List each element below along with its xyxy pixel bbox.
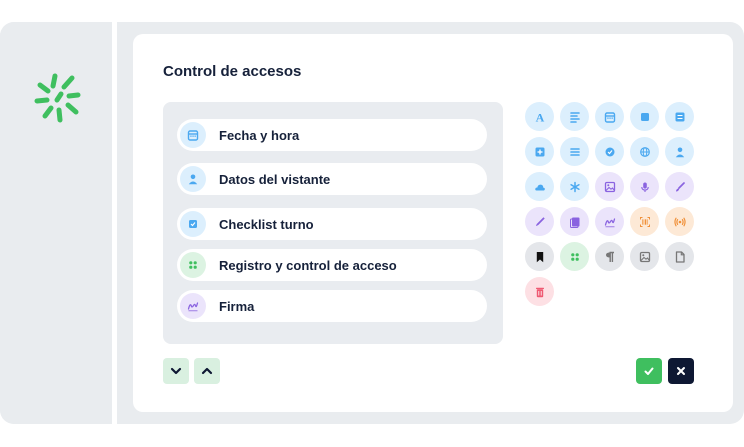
field-list-item-label: Checklist turno bbox=[219, 216, 314, 232]
palette-paragraph-lines-icon[interactable] bbox=[560, 102, 589, 131]
close-icon bbox=[677, 367, 685, 375]
palette-microphone-icon[interactable] bbox=[630, 172, 659, 201]
field-list-item-label: Datos del vistante bbox=[219, 171, 331, 187]
field-list-item-label: Registro y control de acceso bbox=[219, 257, 397, 273]
brand-logo bbox=[34, 73, 81, 123]
palette-document-stack-icon[interactable] bbox=[560, 207, 589, 236]
signature-icon bbox=[180, 293, 206, 319]
palette-square-icon[interactable] bbox=[630, 102, 659, 131]
field-list-item[interactable]: Fecha y hora bbox=[177, 119, 487, 151]
field-palette: A bbox=[525, 102, 700, 312]
check-icon bbox=[644, 367, 654, 375]
palette-globe-icon[interactable] bbox=[630, 137, 659, 166]
confirm-button[interactable] bbox=[636, 358, 662, 384]
palette-barcode-scan-icon[interactable] bbox=[630, 207, 659, 236]
calendar-icon bbox=[180, 122, 206, 148]
palette-signature-icon[interactable] bbox=[595, 207, 624, 236]
sidebar bbox=[0, 22, 117, 424]
field-list-item[interactable]: Registro y control de acceso bbox=[177, 249, 487, 281]
grid-dots-icon bbox=[180, 252, 206, 278]
field-list-item[interactable]: Datos del vistante bbox=[177, 163, 487, 195]
palette-text-icon[interactable]: A bbox=[525, 102, 554, 131]
palette-image-icon[interactable] bbox=[595, 172, 624, 201]
palette-nfc-signal-icon[interactable] bbox=[665, 207, 694, 236]
field-list-item-label: Firma bbox=[219, 298, 255, 314]
palette-image-icon[interactable] bbox=[630, 242, 659, 271]
cancel-button[interactable] bbox=[668, 358, 694, 384]
palette-check-circle-icon[interactable] bbox=[595, 137, 624, 166]
palette-pen-icon[interactable] bbox=[525, 207, 554, 236]
checklist-icon bbox=[180, 211, 206, 237]
palette-trash-icon[interactable] bbox=[525, 277, 554, 306]
field-list-item[interactable]: Firma bbox=[177, 290, 487, 322]
palette-menu-lines-icon[interactable] bbox=[560, 137, 589, 166]
palette-asterisk-icon[interactable] bbox=[560, 172, 589, 201]
chevron-up-icon bbox=[201, 367, 213, 375]
person-icon bbox=[180, 166, 206, 192]
field-list: Fecha y hora Datos del vistante Checklist … bbox=[163, 102, 503, 344]
palette-cloud-icon[interactable] bbox=[525, 172, 554, 201]
page-title: Control de accesos bbox=[163, 63, 302, 80]
move-up-button[interactable] bbox=[194, 358, 220, 384]
palette-pilcrow-icon[interactable] bbox=[595, 242, 624, 271]
palette-list-card-icon[interactable] bbox=[665, 102, 694, 131]
form-panel: Control de accesos Fecha y hora Datos del… bbox=[133, 34, 733, 412]
palette-brush-icon[interactable] bbox=[665, 172, 694, 201]
palette-plus-square-icon[interactable] bbox=[525, 137, 554, 166]
palette-grid-dots-icon[interactable] bbox=[560, 242, 589, 271]
svg-text:A: A bbox=[535, 110, 544, 124]
palette-person-icon[interactable] bbox=[665, 137, 694, 166]
palette-file-icon[interactable] bbox=[665, 242, 694, 271]
chevron-down-icon bbox=[170, 367, 182, 375]
move-down-button[interactable] bbox=[163, 358, 189, 384]
palette-calendar-icon[interactable] bbox=[595, 102, 624, 131]
field-list-item-label: Fecha y hora bbox=[219, 127, 300, 143]
field-list-item[interactable]: Checklist turno bbox=[177, 208, 487, 240]
palette-bookmark-icon[interactable] bbox=[525, 242, 554, 271]
